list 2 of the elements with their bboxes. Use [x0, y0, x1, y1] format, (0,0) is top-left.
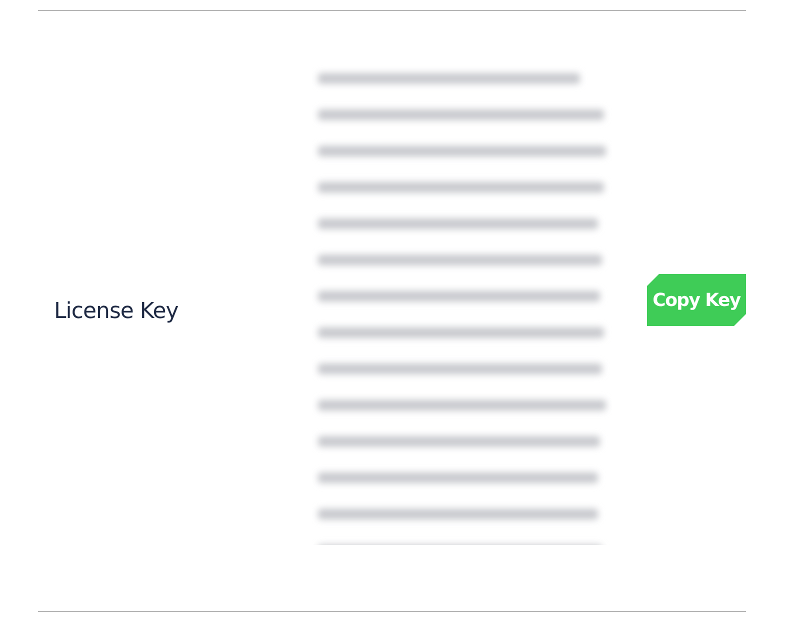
field-label: License Key: [53, 298, 180, 324]
copy-key-button[interactable]: Copy Key: [647, 274, 746, 326]
